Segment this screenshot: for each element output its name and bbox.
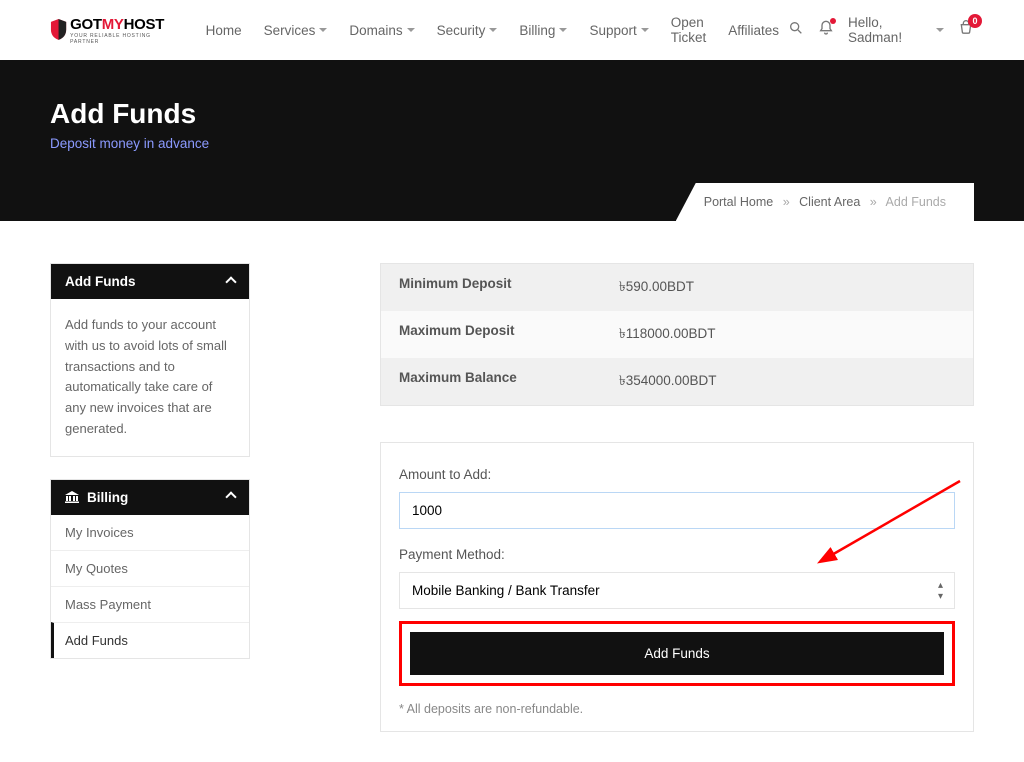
nav-home[interactable]: Home	[197, 7, 251, 53]
nav-security-label: Security	[437, 23, 486, 38]
bank-icon	[65, 491, 79, 503]
sidebar-item-invoices[interactable]: My Invoices	[51, 515, 249, 550]
breadcrumb-home[interactable]: Portal Home	[704, 195, 773, 209]
nav-home-label: Home	[206, 23, 242, 38]
main-nav: Home Services Domains Security Billing S…	[197, 7, 788, 53]
info-label: Minimum Deposit	[399, 276, 619, 299]
billing-panel-title: Billing	[87, 490, 128, 505]
logo-text-3: HOST	[124, 16, 164, 33]
add-funds-form: Amount to Add: Payment Method: Mobile Ba…	[380, 442, 974, 732]
nav-support-label: Support	[589, 23, 636, 38]
logo-tagline: YOUR RELIABLE HOSTING PARTNER	[70, 33, 176, 45]
payment-method-select[interactable]: Mobile Banking / Bank Transfer	[399, 572, 955, 609]
info-row-max-deposit: Maximum Deposit ৳118000.00BDT	[381, 311, 973, 358]
main-content: Add Funds Add funds to your account with…	[0, 221, 1024, 762]
deposit-limits-table: Minimum Deposit ৳590.00BDT Maximum Depos…	[380, 263, 974, 406]
add-funds-panel-body: Add funds to your account with us to avo…	[51, 299, 249, 456]
page-title: Add Funds	[50, 98, 974, 130]
add-funds-button[interactable]: Add Funds	[410, 632, 944, 675]
notifications-icon[interactable]	[818, 20, 834, 41]
info-value: ৳354000.00BDT	[619, 370, 717, 393]
nav-services-label: Services	[264, 23, 316, 38]
add-funds-panel-title: Add Funds	[65, 274, 136, 289]
billing-panel-header[interactable]: Billing	[51, 480, 249, 515]
sidebar: Add Funds Add funds to your account with…	[50, 263, 250, 732]
content: Minimum Deposit ৳590.00BDT Maximum Depos…	[380, 263, 974, 732]
caret-icon	[319, 28, 327, 32]
logo-text-1: GOT	[70, 16, 102, 33]
add-funds-panel-header[interactable]: Add Funds	[51, 264, 249, 299]
sidebar-item-mass-payment[interactable]: Mass Payment	[51, 586, 249, 622]
info-value: ৳118000.00BDT	[619, 323, 716, 346]
info-label: Maximum Balance	[399, 370, 619, 393]
caret-icon	[489, 28, 497, 32]
sidebar-item-quotes[interactable]: My Quotes	[51, 550, 249, 586]
nav-domains-label: Domains	[349, 23, 402, 38]
logo-text-2: MY	[102, 16, 124, 33]
user-menu[interactable]: Hello, Sadman!	[848, 15, 944, 45]
breadcrumb-sep: »	[783, 195, 790, 209]
cart-icon[interactable]: 0	[958, 20, 974, 41]
cart-badge: 0	[968, 14, 982, 28]
caret-icon	[559, 28, 567, 32]
annotation-highlight: Add Funds	[399, 621, 955, 686]
search-icon[interactable]	[788, 20, 804, 41]
nav-domains[interactable]: Domains	[340, 7, 423, 53]
amount-input[interactable]	[399, 492, 955, 529]
amount-label: Amount to Add:	[399, 467, 955, 482]
info-row-min-deposit: Minimum Deposit ৳590.00BDT	[381, 264, 973, 311]
caret-icon	[407, 28, 415, 32]
caret-icon	[641, 28, 649, 32]
breadcrumb-current: Add Funds	[886, 195, 946, 209]
billing-menu: My Invoices My Quotes Mass Payment Add F…	[51, 515, 249, 658]
breadcrumb: Portal Home » Client Area » Add Funds	[676, 183, 974, 221]
nav-support[interactable]: Support	[580, 7, 657, 53]
add-funds-panel: Add Funds Add funds to your account with…	[50, 263, 250, 457]
info-label: Maximum Deposit	[399, 323, 619, 346]
chevron-up-icon	[225, 276, 236, 287]
nav-security[interactable]: Security	[428, 7, 507, 53]
breadcrumb-sep: »	[870, 195, 877, 209]
top-nav: GOTMYHOST YOUR RELIABLE HOSTING PARTNER …	[0, 0, 1024, 60]
info-value: ৳590.00BDT	[619, 276, 694, 299]
logo-shield-icon	[50, 19, 67, 41]
logo[interactable]: GOTMYHOST YOUR RELIABLE HOSTING PARTNER	[50, 16, 177, 45]
chevron-up-icon	[225, 492, 236, 503]
info-row-max-balance: Maximum Balance ৳354000.00BDT	[381, 358, 973, 405]
nav-affiliates[interactable]: Affiliates	[719, 7, 788, 53]
user-greeting: Hello, Sadman!	[848, 15, 931, 45]
payment-method-label: Payment Method:	[399, 547, 955, 562]
nav-billing[interactable]: Billing	[510, 7, 576, 53]
nav-open-ticket[interactable]: Open Ticket	[662, 7, 716, 53]
nav-services[interactable]: Services	[255, 7, 337, 53]
nav-open-ticket-label: Open Ticket	[671, 15, 707, 45]
caret-icon	[936, 28, 944, 32]
header-right: Hello, Sadman! 0	[788, 15, 974, 45]
page-subtitle: Deposit money in advance	[50, 136, 974, 151]
page-hero: Add Funds Deposit money in advance Porta…	[0, 60, 1024, 221]
notification-dot	[830, 18, 836, 24]
sidebar-item-add-funds[interactable]: Add Funds	[51, 622, 249, 658]
nav-billing-label: Billing	[519, 23, 555, 38]
breadcrumb-client[interactable]: Client Area	[799, 195, 860, 209]
refund-note: * All deposits are non-refundable.	[399, 702, 955, 716]
billing-panel: Billing My Invoices My Quotes Mass Payme…	[50, 479, 250, 659]
nav-affiliates-label: Affiliates	[728, 23, 779, 38]
